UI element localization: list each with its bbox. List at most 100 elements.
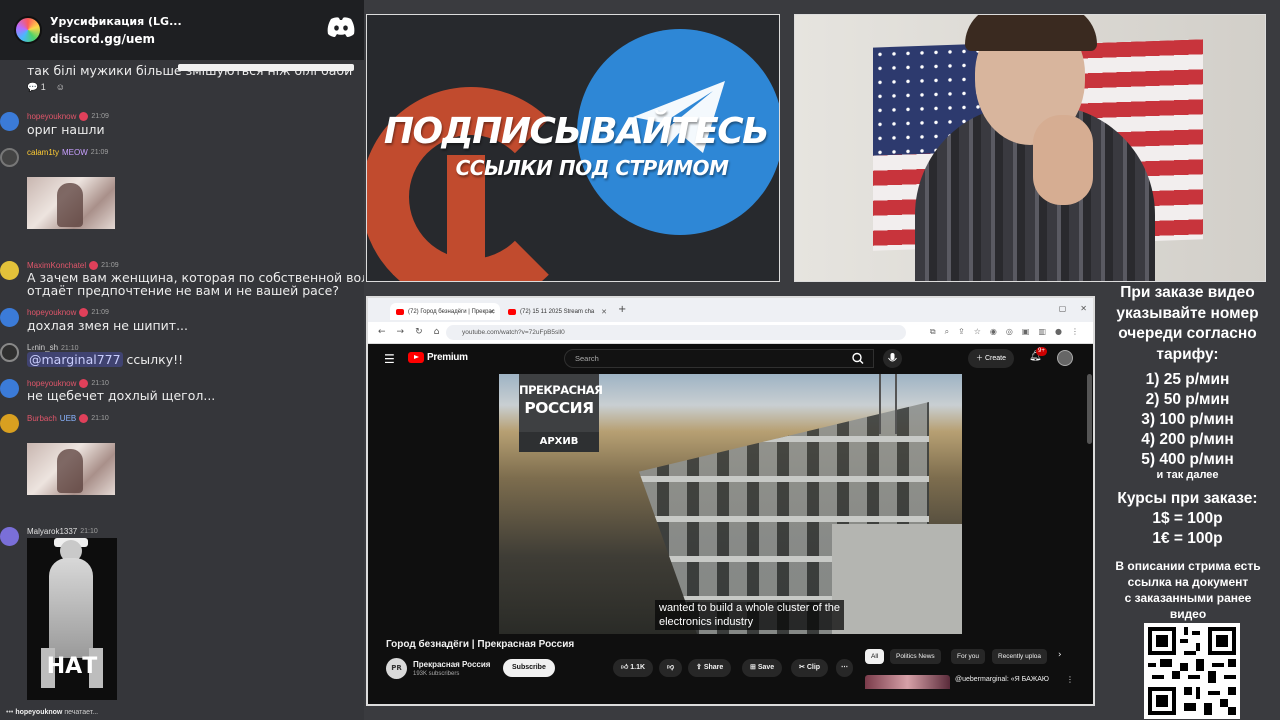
subscribe-button[interactable]: Subscribe [503,659,555,677]
description-note: В описании стрима есть ссылка на докумен… [1103,558,1273,622]
user-mention[interactable]: @marginal777 [27,352,123,367]
timestamp: 21:09 [90,149,109,156]
chat-input-strip [178,64,354,71]
chip-next-icon[interactable]: › [1058,650,1062,660]
username[interactable]: Burbach [27,414,57,423]
extension-icon[interactable]: ◉ [990,327,997,337]
zoom-icon[interactable]: ⌕ [945,327,949,337]
banner-title: ПОДПИСЫВАЙТЕСЬ [383,111,770,152]
description-line: ссылка на документ [1127,575,1249,589]
stream-layout: 💬 1 ☺ так білі мужики більше змішуються … [0,0,1280,720]
youtube-brand: Premium [427,352,468,363]
avatar[interactable] [0,414,19,433]
image-attachment[interactable] [27,177,115,229]
avatar[interactable] [0,308,19,327]
profile-icon[interactable]: ● [1055,327,1062,337]
discord-invite[interactable]: discord.gg/uem [50,32,182,46]
youtube-favicon-icon [396,308,404,315]
watermark-tag: АРХИВ [519,432,599,452]
recommended-title[interactable]: @uebermarginal: «Я БАЖАЮ [955,676,1049,683]
price-header-line: тарифу: [1156,345,1219,363]
timestamp: 21:10 [91,380,109,387]
gif-attachment[interactable]: НАТ [27,538,117,700]
reaction-row: 💬 1 ☺ [27,82,65,93]
tab-close-icon[interactable]: ✕ [489,308,495,316]
menu-dots-icon[interactable]: ⋮ [1071,327,1079,337]
username[interactable]: hopeyouknow [27,308,76,317]
server-icon [14,16,42,44]
tab-inactive[interactable]: (72) 15 11 2025 Stream cha ✕ [502,303,612,320]
search-icon[interactable] [842,349,874,368]
tab-close-icon[interactable]: ✕ [601,308,607,316]
discord-widget[interactable]: Урусификация (LG... discord.gg/uem [0,0,364,60]
close-window-icon[interactable]: ✕ [1080,304,1087,313]
avatar[interactable] [0,379,19,398]
mic-icon[interactable] [883,349,902,368]
video-player[interactable]: ПРЕКРАСНАЯ РОССИЯ АРХИВ wanted to build … [499,374,962,634]
chip-all[interactable]: All [865,649,885,664]
price-panel: При заказе видео указывайте номер очеред… [1095,283,1280,720]
timestamp: 21:10 [61,344,79,352]
username[interactable]: hopeyouknow [27,379,76,388]
username[interactable]: Malyarok1337 [27,527,77,536]
price-header-line: указывайте номер [1116,304,1259,322]
page-scrollbar[interactable] [1087,374,1092,444]
username[interactable]: hopeyouknow [27,112,76,121]
chat-panel: 💬 1 ☺ так білі мужики більше змішуються … [0,0,364,720]
account-avatar[interactable] [1057,350,1073,366]
like-button[interactable]: 👍︎ 1.1K [613,659,654,677]
tab-label: (72) Город безнадёги | Прекрас [408,308,495,315]
discord-logo-icon [327,17,355,37]
save-label: Save [757,664,775,671]
back-icon[interactable]: ← [378,327,386,337]
forward-icon[interactable]: → [397,327,405,337]
scene-pylon [879,374,897,434]
avatar[interactable] [0,343,19,362]
share-button[interactable]: ⇪ Share [688,659,732,677]
username[interactable]: calam1ty [27,148,59,157]
photo-figure [57,183,83,227]
save-button[interactable]: ⊞ Save [742,659,783,677]
recommended-thumbnail[interactable] [865,675,950,689]
add-reaction-icon[interactable]: ☺ [56,82,65,93]
rate-etc: и так далее [1156,469,1219,481]
puzzle-icon[interactable]: ▣ [1022,327,1030,337]
webcam-feed [794,14,1266,282]
avatar[interactable] [0,112,19,131]
extension-icon[interactable]: ◎ [1006,327,1013,337]
username[interactable]: MaximKonchatel [27,261,86,270]
rec-menu-icon[interactable]: ⋮ [1066,675,1074,684]
dislike-button[interactable]: 👎︎ [659,659,683,677]
new-tab-icon[interactable]: + [618,304,626,315]
restore-icon[interactable]: ▢ [1059,304,1067,313]
create-button[interactable]: ＋ Create [968,349,1014,368]
bookmark-star-icon[interactable]: ☆ [974,327,981,337]
reload-icon[interactable]: ↻ [415,327,423,337]
notification-count: 9+ [1036,347,1047,356]
watermark-line1: ПРЕКРАСНАЯ [519,383,603,397]
clip-button[interactable]: ✂ Clip [791,659,829,677]
more-actions-icon[interactable]: ⋯ [836,659,853,677]
chip-recently-uploaded[interactable]: Recently uploa [992,649,1047,664]
banner-subtitle: ССЫЛКИ ПОД СТРИМОМ [455,156,729,180]
channel-name[interactable]: Прекрасная Россия [413,660,490,669]
typing-user: hopeyouknow [15,709,63,716]
tab-active[interactable]: (72) Город безнадёги | Прекрас ✕ [390,303,500,320]
chip-for-you[interactable]: For you [951,649,986,664]
menu-icon[interactable]: ☰ [384,352,395,366]
avatar[interactable] [0,527,19,546]
price-header-line: При заказе видео [1120,284,1255,301]
url-field[interactable]: youtube.com/watch?v=72uFpB5sll0 [446,325,906,340]
chip-politics-news[interactable]: Politics News [890,649,941,664]
install-icon[interactable]: ⧉ [930,327,936,337]
youtube-logo[interactable]: Premium [408,352,468,363]
avatar[interactable] [0,261,19,280]
channel-avatar[interactable]: PR [386,658,407,679]
avatar[interactable] [0,148,19,167]
home-icon[interactable]: ⌂ [434,327,440,337]
sidebar-icon[interactable]: ▥ [1038,327,1046,337]
reaction-speech-bubble[interactable]: 💬 1 [27,82,46,93]
share-icon[interactable]: ⇪ [958,327,965,337]
search-input[interactable]: Search [564,349,874,368]
image-attachment[interactable] [27,443,115,495]
